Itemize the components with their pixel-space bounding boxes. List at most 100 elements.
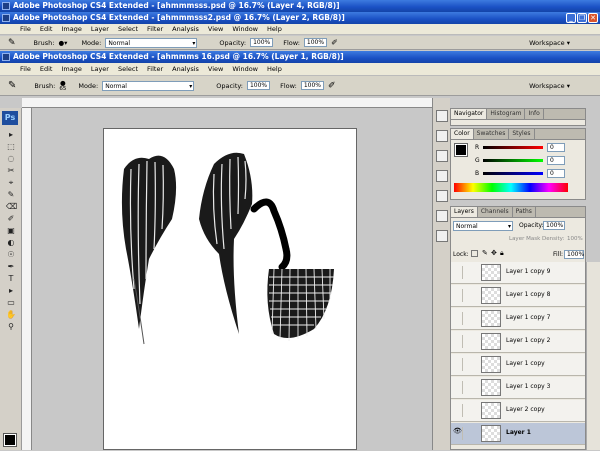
layers-scrollbar[interactable] <box>586 262 600 450</box>
menu-file[interactable]: File <box>20 65 31 73</box>
brush-preset-icon[interactable]: ● 65 <box>59 79 66 91</box>
menu-filter[interactable]: Filter <box>147 25 163 33</box>
b-slider[interactable] <box>483 172 543 175</box>
fill-field[interactable]: 100% <box>564 250 584 259</box>
menu-view[interactable]: View <box>208 25 223 33</box>
character-panel-icon[interactable] <box>436 190 448 202</box>
dodge-tool-icon[interactable]: ◐ <box>6 238 16 248</box>
window-title-3[interactable]: Adobe Photoshop CS4 Extended - [ahmmms 1… <box>0 51 600 63</box>
visibility-eye-icon[interactable] <box>453 358 463 371</box>
flow-field[interactable]: 100% <box>300 81 324 90</box>
opacity-field[interactable]: 100% <box>246 81 271 90</box>
move-tool-icon[interactable]: ▸ <box>6 130 16 140</box>
zoom-tool-icon[interactable]: ⚲ <box>6 322 16 332</box>
flow-field[interactable]: 100% <box>303 38 328 47</box>
b-field[interactable]: 0 <box>547 169 565 178</box>
lasso-tool-icon[interactable]: ◌ <box>6 154 16 164</box>
workspace-button[interactable]: Workspace ▾ <box>529 82 570 90</box>
g-field[interactable]: 0 <box>547 156 565 165</box>
blur-tool-icon[interactable]: ☉ <box>6 250 16 260</box>
tab-info[interactable]: Info <box>525 109 544 119</box>
blend-mode-select[interactable]: Normal <box>453 221 513 231</box>
minimize-button[interactable]: _ <box>566 13 576 23</box>
tab-styles[interactable]: Styles <box>509 129 535 139</box>
shape-tool-icon[interactable]: ▭ <box>6 298 16 308</box>
menu-filter[interactable]: Filter <box>147 65 163 73</box>
menu-edit[interactable]: Edit <box>40 25 53 33</box>
stamp-tool-icon[interactable]: ▣ <box>6 226 16 236</box>
layer-row[interactable]: Layer 2 copy <box>451 400 585 422</box>
history-panel-icon[interactable] <box>436 110 448 122</box>
menu-layer[interactable]: Layer <box>91 65 109 73</box>
lock-transparency-icon[interactable] <box>471 250 478 257</box>
tab-histogram[interactable]: Histogram <box>487 109 526 119</box>
menu-window[interactable]: Window <box>232 65 258 73</box>
toolbox-foreground-color[interactable] <box>3 433 17 447</box>
lock-all-icon[interactable]: 🔒︎ <box>500 249 504 258</box>
airbrush-icon[interactable]: ✐ <box>328 81 336 91</box>
menu-select[interactable]: Select <box>118 25 138 33</box>
layer-row[interactable]: Layer 1 copy 7 <box>451 308 585 330</box>
tab-layers[interactable]: Layers <box>451 207 478 217</box>
r-field[interactable]: 0 <box>547 143 565 152</box>
brush-icon[interactable]: ✎ <box>8 38 16 48</box>
g-slider[interactable] <box>483 159 543 162</box>
eyedropper-tool-icon[interactable]: ⌖ <box>6 178 16 188</box>
foreground-color-swatch[interactable] <box>454 143 468 157</box>
tab-navigator[interactable]: Navigator <box>451 109 488 119</box>
layer-opacity-field[interactable]: 100% <box>543 221 565 230</box>
visibility-eye-icon[interactable] <box>453 404 463 417</box>
actions-panel-icon[interactable] <box>436 130 448 142</box>
marquee-tool-icon[interactable]: ⬚ <box>6 142 16 152</box>
lock-image-icon[interactable]: ✎ <box>482 249 488 257</box>
brush-tool-icon[interactable]: ✐ <box>6 214 16 224</box>
healing-tool-icon[interactable]: ✎ <box>6 190 16 200</box>
menu-image[interactable]: Image <box>61 65 81 73</box>
airbrush-icon[interactable]: ✐ <box>331 38 338 47</box>
menu-help[interactable]: Help <box>267 65 282 73</box>
mode-select[interactable]: Normal <box>105 37 198 48</box>
visibility-eye-icon[interactable]: 👁︎ <box>453 427 463 440</box>
menu-window[interactable]: Window <box>232 25 258 33</box>
visibility-eye-icon[interactable] <box>453 266 463 279</box>
visibility-eye-icon[interactable] <box>453 289 463 302</box>
clone-source-panel-icon[interactable] <box>436 170 448 182</box>
hand-tool-icon[interactable]: ✋ <box>6 310 16 320</box>
visibility-eye-icon[interactable] <box>453 312 463 325</box>
type-tool-icon[interactable]: T <box>6 274 16 284</box>
brush-preset-icon[interactable]: ●▾ <box>59 39 68 47</box>
menu-view[interactable]: View <box>208 65 223 73</box>
eraser-tool-icon[interactable]: ⌫ <box>6 202 17 212</box>
menu-layer[interactable]: Layer <box>91 25 109 33</box>
layer-row[interactable]: Layer 1 copy 9 <box>451 262 585 284</box>
restore-button[interactable]: ❐ <box>577 13 587 23</box>
color-spectrum-bar[interactable] <box>454 183 568 192</box>
paragraph-panel-icon[interactable] <box>436 210 448 222</box>
opacity-field[interactable]: 100% <box>250 38 274 47</box>
pen-tool-icon[interactable]: ✒ <box>6 262 16 272</box>
menu-edit[interactable]: Edit <box>40 65 53 73</box>
tab-paths[interactable]: Paths <box>513 207 536 217</box>
menu-analysis[interactable]: Analysis <box>172 65 199 73</box>
brushes-panel-icon[interactable] <box>436 150 448 162</box>
document-canvas[interactable] <box>103 128 357 450</box>
visibility-eye-icon[interactable] <box>453 381 463 394</box>
menu-analysis[interactable]: Analysis <box>172 25 199 33</box>
tab-color[interactable]: Color <box>451 129 474 139</box>
visibility-eye-icon[interactable] <box>453 335 463 348</box>
path-select-tool-icon[interactable]: ▸ <box>6 286 16 296</box>
menu-help[interactable]: Help <box>267 25 282 33</box>
close-button[interactable]: ✕ <box>588 13 598 23</box>
menu-select[interactable]: Select <box>118 65 138 73</box>
r-slider[interactable] <box>483 146 543 149</box>
layer-row[interactable]: Layer 1 copy <box>451 354 585 376</box>
brush-icon[interactable]: ✎ <box>8 80 16 91</box>
crop-tool-icon[interactable]: ✂ <box>6 166 16 176</box>
menu-file[interactable]: File <box>20 25 31 33</box>
tab-swatches[interactable]: Swatches <box>474 129 510 139</box>
menu-image[interactable]: Image <box>61 25 81 33</box>
layer-row[interactable]: Layer 1 copy 2 <box>451 331 585 353</box>
window-title-2[interactable]: Adobe Photoshop CS4 Extended - [ahmmmsss… <box>0 12 600 24</box>
tool-presets-panel-icon[interactable] <box>436 230 448 242</box>
lock-position-icon[interactable]: ✥ <box>491 249 497 257</box>
